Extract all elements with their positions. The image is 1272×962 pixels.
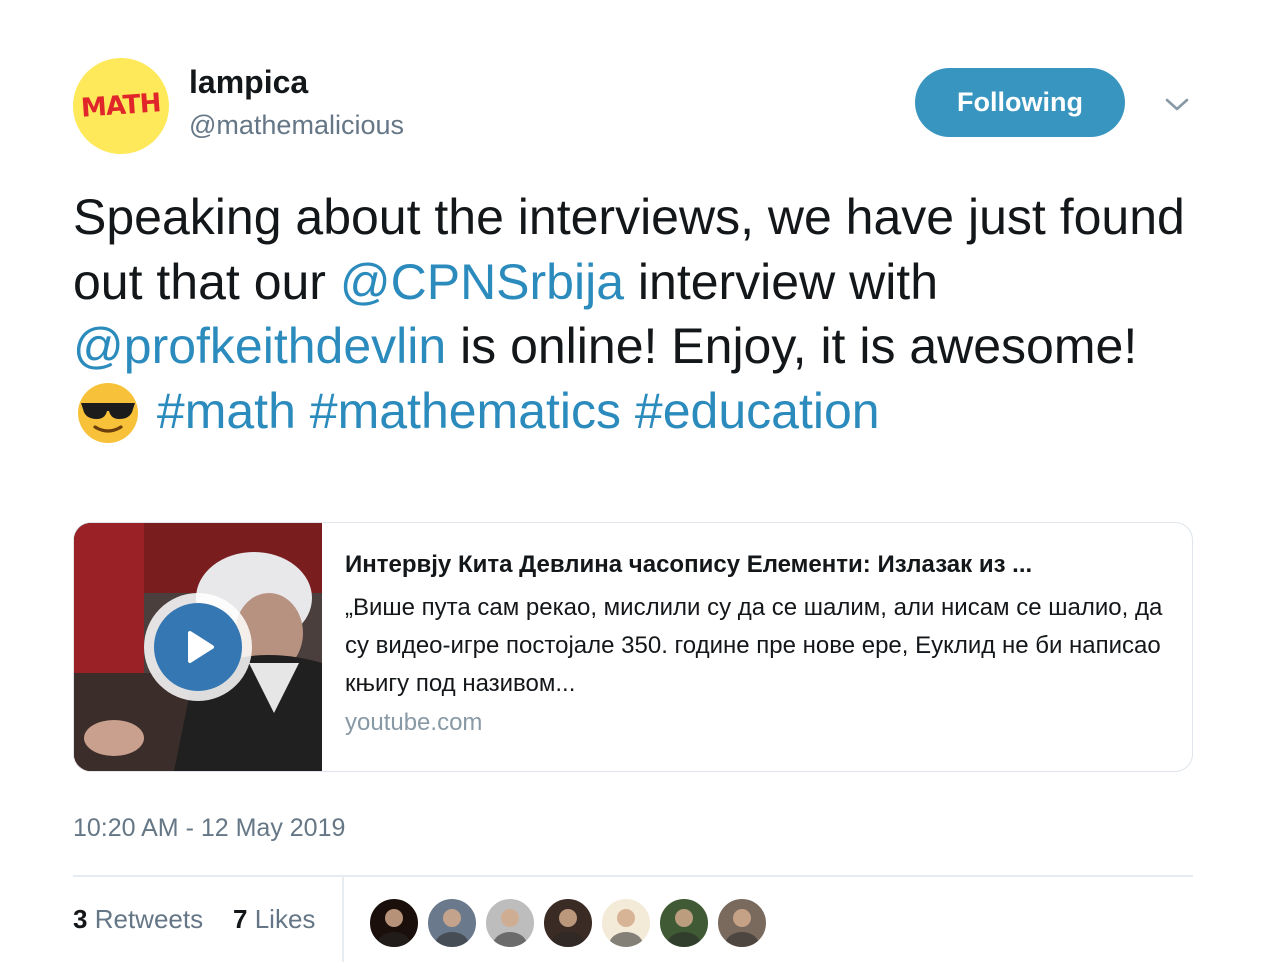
hashtag-link[interactable]: #math (157, 383, 296, 439)
tweet-text-segment (143, 383, 157, 439)
liker-avatar-4[interactable] (542, 897, 594, 949)
tweet-text-segment: interview with (624, 253, 939, 310)
liker-avatar-6[interactable] (658, 897, 710, 949)
mention-link[interactable]: @profkeithdevlin (73, 318, 446, 374)
likes-label: Likes (254, 904, 316, 934)
liker-avatar-2[interactable] (426, 897, 478, 949)
stats-vertical-divider (342, 876, 344, 962)
liker-avatar-1[interactable] (368, 897, 420, 949)
liker-avatar-3[interactable] (484, 897, 536, 949)
play-icon[interactable] (144, 593, 252, 701)
following-button[interactable]: Following (915, 68, 1125, 137)
author-handle[interactable]: @mathemalicious (189, 110, 404, 141)
avatar-text: MATH (80, 88, 162, 124)
card-description: „Више пута сам рекао, мислили су да се ш… (345, 594, 1163, 697)
retweets-label: Retweets (94, 904, 204, 934)
hashtag-link[interactable]: #mathematics (310, 383, 621, 439)
video-thumbnail[interactable] (74, 523, 322, 771)
stats-top-divider (73, 875, 1193, 877)
likes-count: 7 (233, 904, 248, 934)
author-avatar[interactable]: MATH (73, 58, 169, 154)
tweet-timestamp[interactable]: 10:20 AM - 12 May 2019 (73, 814, 345, 843)
tweet-text: Speaking about the interviews, we have j… (73, 185, 1203, 443)
chevron-down-icon[interactable] (1160, 88, 1194, 122)
tweet-text-segment (296, 383, 310, 439)
likes-stat[interactable]: 7 Likes (233, 904, 315, 935)
sunglasses-emoji-icon (73, 379, 143, 443)
liker-avatar-5[interactable] (600, 897, 652, 949)
liker-avatar-7[interactable] (716, 897, 768, 949)
retweets-stat[interactable]: 3 Retweets (73, 904, 203, 935)
mention-link[interactable]: @CPNSrbija (340, 254, 624, 310)
link-card[interactable]: Интервју Кита Девлина часопису Елементи:… (73, 522, 1193, 772)
tweet-text-segment (621, 383, 635, 439)
card-domain: youtube.com (345, 709, 483, 736)
retweets-count: 3 (73, 904, 88, 934)
tweet-text-segment: is online! Enjoy, it is awesome! (446, 318, 1138, 374)
author-name[interactable]: lampica (189, 64, 308, 101)
hashtag-link[interactable]: #education (635, 383, 880, 439)
card-title[interactable]: Интервју Кита Девлина часопису Елементи:… (345, 545, 1175, 585)
